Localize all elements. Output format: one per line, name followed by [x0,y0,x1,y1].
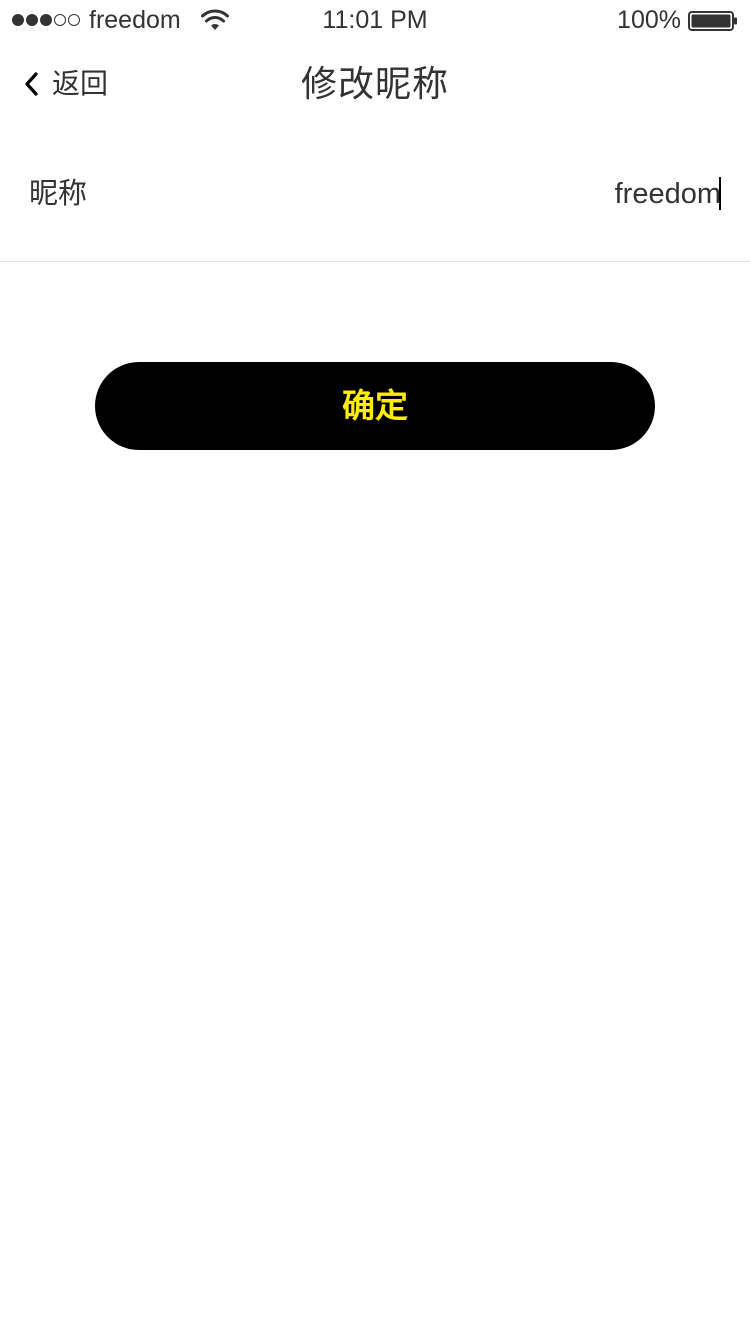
battery-percent: 100% [617,6,681,34]
confirm-button[interactable]: 确定 [95,362,655,450]
battery-full-icon [688,11,737,31]
page-title: 修改昵称 [300,63,449,104]
navigation-bar: 返回 修改昵称 [0,40,750,130]
text-caret [719,177,721,210]
nickname-input[interactable] [321,174,721,214]
nickname-label: 昵称 [29,178,88,210]
status-bar: freedom 11:01 PM 100% [0,0,750,40]
nickname-form-row: 昵称 [0,130,750,262]
